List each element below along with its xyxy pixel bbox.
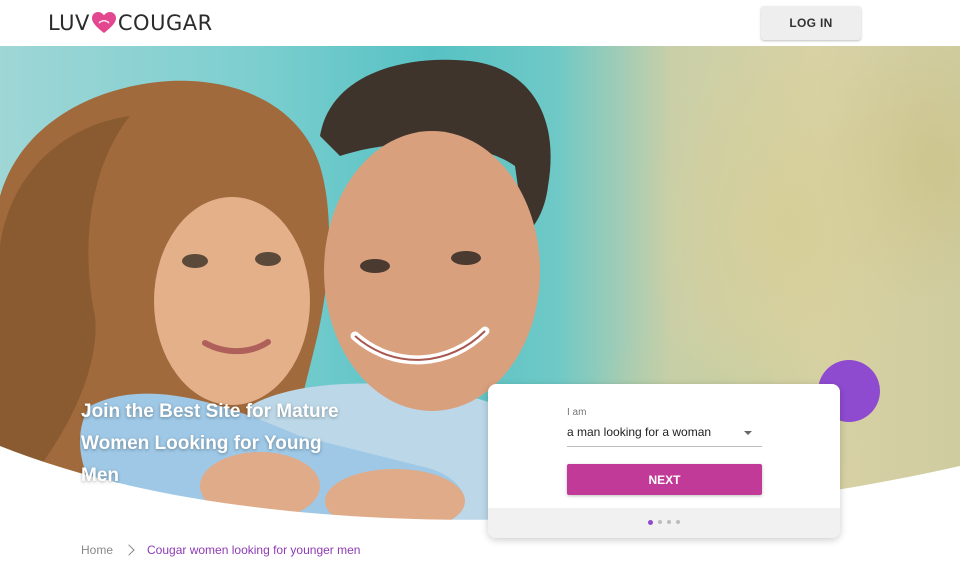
step-indicator-bar	[488, 508, 840, 538]
hero-headline: Join the Best Site for Mature Women Look…	[81, 401, 339, 486]
breadcrumb-home-link[interactable]: Home	[81, 543, 113, 557]
breadcrumb: Home Cougar women looking for younger me…	[81, 543, 360, 557]
login-button[interactable]: LOG IN	[761, 6, 861, 40]
step-dot-2	[658, 520, 662, 524]
signup-card: I am a man looking for a woman NEXT	[488, 384, 840, 538]
site-logo[interactable]: LUV COUGAR	[48, 10, 213, 36]
site-header: LUV COUGAR LOG IN	[0, 0, 960, 46]
next-button[interactable]: NEXT	[567, 464, 762, 495]
gender-select[interactable]: a man looking for a woman	[567, 422, 762, 447]
gender-field-label: I am	[567, 407, 587, 418]
logo-text-right: COUGAR	[117, 11, 213, 35]
step-dots	[648, 519, 680, 525]
step-dot-4	[676, 520, 680, 524]
heart-icon	[91, 12, 116, 33]
chevron-down-icon	[744, 431, 752, 435]
chevron-right-icon	[123, 544, 135, 556]
step-dot-3	[667, 520, 671, 524]
step-dot-1	[648, 519, 653, 525]
gender-select-value: a man looking for a woman	[567, 425, 712, 439]
breadcrumb-current: Cougar women looking for younger men	[147, 543, 361, 557]
logo-text-left: LUV	[48, 11, 90, 35]
